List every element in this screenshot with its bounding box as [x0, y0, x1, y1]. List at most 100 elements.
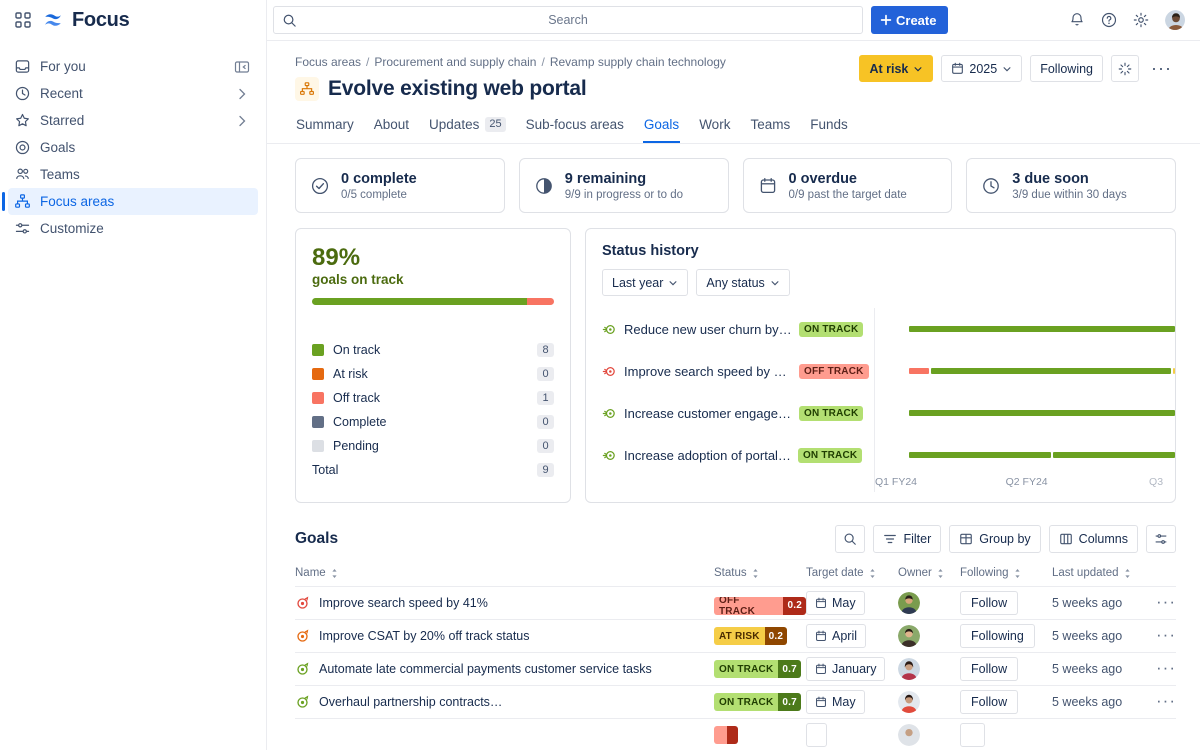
avatar[interactable]	[898, 724, 920, 746]
target-date-chip[interactable]: May	[806, 690, 865, 714]
table-row[interactable]: Overhaul partnership contracts… ON TRACK…	[295, 685, 1176, 719]
tab-sub-focus-areas[interactable]: Sub-focus areas	[525, 113, 625, 143]
check-circle-icon	[311, 177, 329, 194]
column-header-target-date[interactable]: Target date	[806, 567, 898, 587]
timeline-segment-pending	[1172, 368, 1175, 374]
sidebar-item-starred[interactable]: Starred	[8, 107, 258, 134]
group-by-button[interactable]: Group by	[949, 525, 1041, 553]
chevron-right-icon[interactable]	[234, 86, 250, 102]
table-row[interactable]: Automate late commercial payments custom…	[295, 652, 1176, 686]
goal-icon	[602, 450, 615, 460]
status-filter-dropdown[interactable]: Any status	[696, 269, 790, 296]
status-history-row[interactable]: Increase adoption of portal… ON TRACK	[602, 434, 1175, 476]
sidebar-item-label: Teams	[40, 167, 80, 182]
follow-button[interactable]	[960, 723, 986, 747]
column-header-name[interactable]: Name	[295, 567, 714, 587]
table-row[interactable]	[295, 718, 1176, 750]
period-filter-dropdown[interactable]: Last year	[602, 269, 689, 296]
cell-target-date	[806, 718, 898, 750]
column-header-owner[interactable]: Owner	[898, 567, 960, 587]
status-history-row[interactable]: Increase customer engagem… ON TRACK	[602, 392, 1175, 434]
sidebar-item-for-you[interactable]: For you	[8, 53, 258, 80]
tab-label: Funds	[810, 117, 848, 132]
collapse-panel-icon[interactable]	[234, 59, 250, 75]
tab-summary[interactable]: Summary	[295, 113, 355, 143]
notification-bell-icon[interactable]	[1068, 11, 1086, 29]
sidebar-item-teams[interactable]: Teams	[8, 161, 258, 188]
cell-owner	[898, 586, 960, 620]
tab-work[interactable]: Work	[698, 113, 731, 143]
target-date-chip[interactable]: April	[806, 624, 867, 648]
table-row[interactable]: Improve CSAT by 20% off track status AT …	[295, 619, 1176, 653]
column-header-status[interactable]: Status	[714, 567, 806, 587]
follow-button[interactable]: Follow	[960, 591, 1019, 615]
cell-name: Automate late commercial payments custom…	[295, 652, 714, 686]
user-avatar[interactable]	[1164, 9, 1186, 31]
search-input[interactable]	[274, 7, 862, 33]
stat-value: 0 complete	[341, 170, 417, 187]
legend-row-off-track: Off track 1	[312, 386, 554, 410]
goal-icon	[297, 662, 309, 675]
cell-target-date: May	[806, 586, 898, 620]
create-button[interactable]: Create	[871, 6, 949, 34]
ai-assist-button[interactable]	[1111, 55, 1140, 82]
status-dropdown-label: At risk	[869, 61, 909, 76]
table-settings-button[interactable]	[1146, 525, 1176, 553]
global-search[interactable]	[273, 6, 863, 34]
avatar[interactable]	[898, 658, 920, 680]
legend-label: On track	[333, 343, 381, 357]
target-date-chip[interactable]: May	[806, 591, 865, 615]
help-icon[interactable]	[1100, 11, 1118, 29]
settings-gear-icon[interactable]	[1132, 11, 1150, 29]
year-dropdown[interactable]: 2025	[941, 55, 1023, 82]
sidebar-item-focus-areas[interactable]: Focus areas	[2, 188, 258, 215]
search-icon	[845, 533, 857, 545]
avatar[interactable]	[898, 625, 920, 647]
following-button[interactable]: Following	[1030, 55, 1104, 82]
breadcrumb-item-3[interactable]: Revamp supply chain technology	[550, 55, 726, 69]
sidebar-item-label: For you	[40, 59, 86, 74]
avatar[interactable]	[898, 691, 920, 713]
status-dropdown[interactable]: At risk	[859, 55, 934, 82]
follow-button[interactable]: Following	[960, 624, 1035, 648]
follow-button[interactable]: Follow	[960, 690, 1019, 714]
row-more-button[interactable]: ···	[1156, 691, 1176, 710]
sidebar-item-recent[interactable]: Recent	[8, 80, 258, 107]
tab-funds[interactable]: Funds	[809, 113, 849, 143]
app-logo[interactable]: Focus	[42, 9, 130, 32]
follow-button[interactable]: Follow	[960, 657, 1019, 681]
column-header-last-updated[interactable]: Last updated	[1052, 567, 1150, 587]
status-history-row[interactable]: Reduce new user churn by 1… ON TRACK	[602, 308, 1175, 350]
breadcrumb-item-2[interactable]: Procurement and supply chain	[374, 55, 536, 69]
row-more-button[interactable]: ···	[1156, 592, 1176, 611]
filter-button[interactable]: Filter	[873, 525, 942, 553]
app-switcher-grid-icon[interactable]	[14, 11, 32, 29]
goals-search-button[interactable]	[835, 525, 866, 553]
column-header-following[interactable]: Following	[960, 567, 1052, 587]
columns-button[interactable]: Columns	[1048, 525, 1138, 553]
tab-goals[interactable]: Goals	[642, 113, 681, 143]
status-history-row[interactable]: Improve search speed by 4… OFF TRACK	[602, 350, 1175, 392]
status-history-row-info: Increase adoption of portal… ON TRACK	[602, 447, 874, 463]
tab-updates[interactable]: Updates 25	[428, 113, 507, 143]
table-row[interactable]: Improve search speed by 41% OFF TRACK 0.…	[295, 586, 1176, 620]
breadcrumb-item-1[interactable]: Focus areas	[295, 55, 361, 69]
cell-actions: ···	[1150, 586, 1176, 620]
sidebar-item-customize[interactable]: Customize	[8, 215, 258, 242]
tab-about[interactable]: About	[373, 113, 410, 143]
stat-card-due-soon: 3 due soon 3/9 due within 30 days	[966, 158, 1176, 213]
row-more-button[interactable]: ···	[1156, 658, 1176, 677]
search-icon	[283, 14, 296, 27]
star-icon	[16, 113, 29, 127]
tab-teams[interactable]: Teams	[749, 113, 791, 143]
avatar[interactable]	[898, 592, 920, 614]
status-badge: AT RISK 0.2	[714, 627, 788, 645]
row-more-button[interactable]: ···	[1156, 625, 1176, 644]
people-icon	[16, 168, 29, 179]
target-date-chip[interactable]: January	[806, 657, 886, 681]
cell-last-updated: 5 weeks ago	[1052, 586, 1150, 620]
target-date-chip[interactable]	[806, 723, 828, 747]
chevron-right-icon[interactable]	[234, 113, 250, 129]
page-more-button[interactable]: ···	[1147, 55, 1176, 82]
sidebar-item-goals[interactable]: Goals	[8, 134, 258, 161]
